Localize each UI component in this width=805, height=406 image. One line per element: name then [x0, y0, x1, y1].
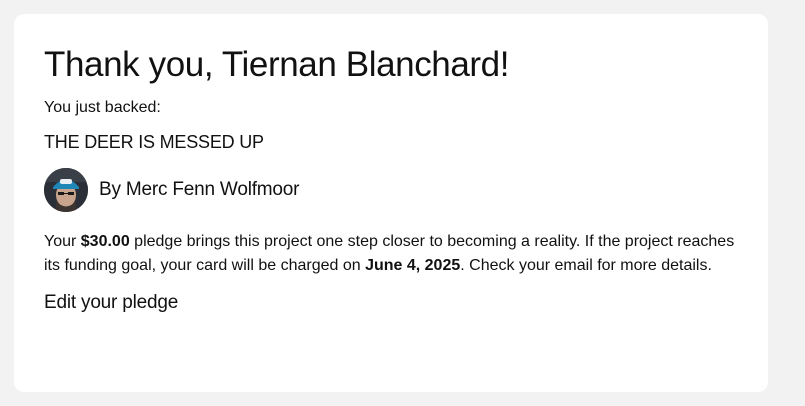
pledge-amount: $30.00 [80, 233, 130, 250]
edit-pledge-link[interactable]: Edit your pledge [44, 291, 178, 315]
creator-avatar [44, 168, 88, 212]
charge-date: June 4, 2025 [365, 257, 461, 274]
creator-row: By Merc Fenn Wolfmoor [44, 168, 738, 212]
backed-label: You just backed: [44, 99, 161, 116]
creator-name[interactable]: By Merc Fenn Wolfmoor [99, 178, 299, 202]
page-title: Thank you, Tiernan Blanchard! [44, 45, 510, 84]
avatar-image [44, 168, 88, 212]
project-name[interactable]: THE DEER IS MESSED UP [44, 130, 738, 154]
pledge-message: Your $30.00 pledge brings this project o… [44, 230, 744, 278]
pledge-message-text-1: Your [44, 233, 81, 250]
thank-you-card: Thank you, Tiernan Blanchard! You just b… [14, 14, 768, 392]
pledge-message-text-3: . Check your email for more details. [460, 257, 712, 274]
